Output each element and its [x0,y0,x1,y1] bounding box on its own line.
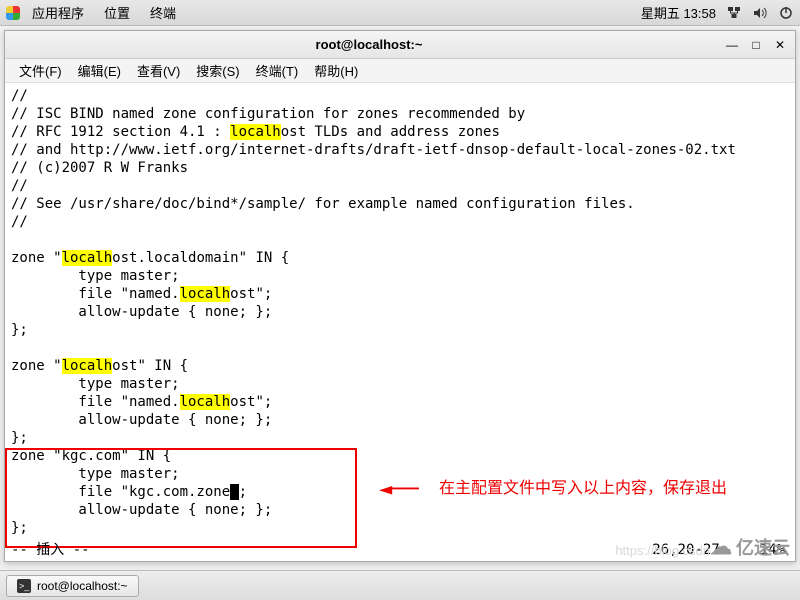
terminal-line: file "named.localhost"; [11,285,789,303]
terminal-line: type master; [11,375,789,393]
window-title: root@localhost:~ [13,37,725,52]
terminal-icon: >_ [17,579,31,593]
window-titlebar[interactable]: root@localhost:~ — □ ✕ [5,31,795,59]
terminal-line: // See /usr/share/doc/bind*/sample/ for … [11,195,789,213]
menu-search[interactable]: 搜索(S) [188,59,247,82]
terminal-line: }; [11,321,789,339]
top-menu-places[interactable]: 位置 [96,1,138,24]
top-menu-applications[interactable]: 应用程序 [24,1,92,24]
annotation-arrow-icon: ◄── [379,481,419,499]
minimize-button[interactable]: — [725,38,739,52]
terminal-line [11,339,789,357]
annotation-box [5,448,357,548]
terminal-line: type master; [11,267,789,285]
menu-terminal[interactable]: 终端(T) [248,59,307,82]
clock-label[interactable]: 星期五 13:58 [641,3,716,22]
menu-edit[interactable]: 编辑(E) [70,59,129,82]
terminal-line: // (c)2007 R W Franks [11,159,789,177]
terminal-line: // [11,177,789,195]
taskbar: >_ root@localhost:~ [0,570,800,600]
vim-mode-label: -- 插入 -- [11,541,90,559]
taskbar-app-label: root@localhost:~ [37,579,128,593]
terminal-line: // ISC BIND named zone configuration for… [11,105,789,123]
menu-file[interactable]: 文件(F) [11,59,70,82]
cloud-icon: ☁ [710,534,732,560]
top-menu-terminal[interactable]: 终端 [142,1,184,24]
terminal-line: allow-update { none; }; [11,411,789,429]
system-top-bar: 应用程序 位置 终端 星期五 13:58 [0,0,800,26]
terminal-line: file "named.localhost"; [11,393,789,411]
gnome-logo-icon [6,6,20,20]
terminal-line: // [11,87,789,105]
power-icon[interactable] [778,5,794,21]
network-icon[interactable] [726,5,742,21]
menu-view[interactable]: 查看(V) [129,59,188,82]
terminal-line [11,231,789,249]
menu-help[interactable]: 帮助(H) [306,59,366,82]
watermark-text: 亿速云 [736,534,790,560]
volume-icon[interactable] [752,5,768,21]
terminal-line: // RFC 1912 section 4.1 : localhost TLDs… [11,123,789,141]
terminal-window: root@localhost:~ — □ ✕ 文件(F) 编辑(E) 查看(V)… [4,30,796,562]
terminal-line: zone "localhost.localdomain" IN { [11,249,789,267]
terminal-line: }; [11,429,789,447]
terminal-line: allow-update { none; }; [11,303,789,321]
window-menubar: 文件(F) 编辑(E) 查看(V) 搜索(S) 终端(T) 帮助(H) [5,59,795,83]
blog-watermark: https://blog.csdn [615,543,710,558]
terminal-line: // and http://www.ietf.org/internet-draf… [11,141,789,159]
close-button[interactable]: ✕ [773,38,787,52]
terminal-line: // [11,213,789,231]
annotation-text: 在主配置文件中写入以上内容，保存退出 [439,477,727,499]
svg-text:>_: >_ [19,581,30,591]
watermark: ☁ 亿速云 [710,534,790,560]
maximize-button[interactable]: □ [749,38,763,52]
terminal-line: zone "localhost" IN { [11,357,789,375]
terminal-content[interactable]: //// ISC BIND named zone configuration f… [5,83,795,561]
taskbar-app-button[interactable]: >_ root@localhost:~ [6,575,139,597]
